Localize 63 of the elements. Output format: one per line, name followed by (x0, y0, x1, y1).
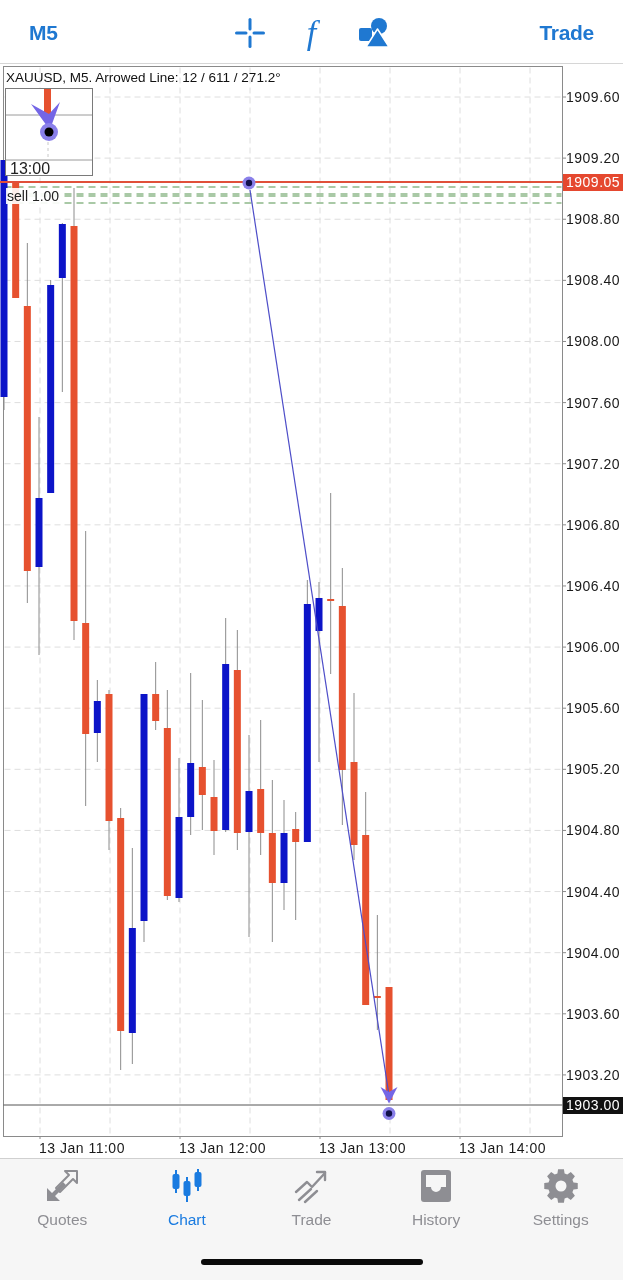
bearish-candle (152, 661, 160, 731)
price-axis-label: 1908.00 (566, 333, 621, 350)
axis-tick (179, 1136, 181, 1140)
price-axis-label: 1906.40 (566, 577, 621, 594)
price-axis-label: 1909.60 (566, 89, 621, 105)
price-axis-label: 1906.00 (566, 639, 621, 656)
tab[interactable]: Settings (532, 1168, 589, 1229)
axis-tick (562, 952, 567, 954)
time-label: 13:00 (10, 159, 51, 177)
time-axis-label: 13 Jan 11:00 (39, 1140, 125, 1156)
axis-tick (562, 402, 567, 404)
axis-tick (319, 1136, 321, 1140)
axis-tick (562, 707, 567, 709)
order-label: sell 1.00 (6, 188, 61, 204)
axis-tick (562, 524, 567, 526)
axis-tick (562, 218, 567, 220)
crosshair-icon[interactable] (234, 17, 265, 48)
shapes-icon[interactable] (358, 18, 389, 47)
axis-tick (562, 829, 567, 831)
price-axis-label: 1904.00 (566, 944, 621, 961)
price-axis-label: 1906.80 (566, 516, 621, 533)
price-axis-label: 1905.60 (566, 700, 621, 717)
axis-tick (562, 96, 567, 98)
function-button[interactable]: f (302, 16, 321, 49)
price-axis-label: 1907.60 (566, 394, 621, 411)
diagonal-arrows-icon (44, 1168, 81, 1204)
tab[interactable]: Trade (291, 1168, 332, 1229)
price-axis-label: 1904.40 (566, 883, 621, 900)
gear-icon (542, 1168, 579, 1204)
axis-tick (562, 279, 567, 281)
axis-tick (562, 891, 567, 893)
chart-title: XAUUSD, M5. Arrowed Line: 12 / 611 / 271.2° (6, 70, 281, 85)
timeframe-button[interactable]: M5 (24, 18, 63, 47)
price-axis-label: 1904.80 (566, 822, 621, 839)
axis-tick (562, 646, 567, 648)
arrowed-trend-line[interactable] (249, 189, 398, 1104)
price-axis-label: 1908.40 (566, 272, 621, 289)
time-axis-label: 13 Jan 12:00 (179, 1140, 266, 1156)
axis-tick (562, 1013, 567, 1015)
tab[interactable]: History (411, 1168, 461, 1229)
time-axis-label: 13 Jan 14:00 (459, 1140, 546, 1156)
axis-tick (562, 341, 567, 342)
axis-tick (562, 1074, 567, 1076)
price-axis-label: 1903.60 (566, 1005, 621, 1022)
axis-tick (562, 768, 567, 770)
price-axis-label: 1907.20 (566, 455, 621, 472)
price-axis-label: 1909.20 (566, 150, 621, 167)
axis-tick (39, 1136, 41, 1140)
tab[interactable]: Chart (167, 1168, 206, 1229)
price-axis-label: 1908.80 (566, 211, 621, 228)
price-axis-label: 1905.20 (566, 761, 621, 778)
anchor-point[interactable] (382, 1107, 396, 1120)
anchor-point[interactable] (242, 176, 256, 190)
axis-tick (562, 585, 567, 587)
bid-price-tag: 1909.05 (563, 174, 623, 191)
trade-button[interactable]: Trade (534, 18, 599, 47)
time-axis-label: 13 Jan 13:00 (319, 1140, 406, 1156)
price-axis-label: 1903.20 (566, 1066, 621, 1083)
axis-tick (562, 157, 567, 159)
axis-tick (562, 463, 567, 465)
last-price-tag: 1903.00 (563, 1097, 623, 1114)
axis-tick (459, 1136, 461, 1140)
tab[interactable]: Quotes (37, 1168, 88, 1229)
